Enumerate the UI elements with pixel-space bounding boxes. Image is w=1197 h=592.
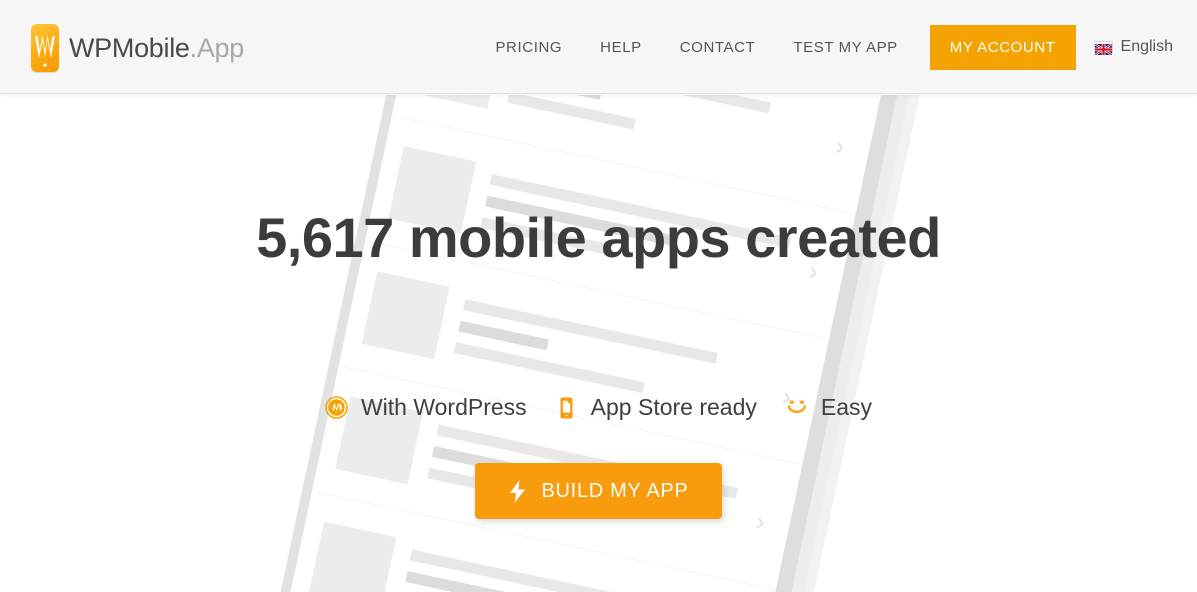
feature-label: App Store ready bbox=[590, 394, 757, 420]
brand-text-secondary: .App bbox=[189, 32, 245, 63]
hero-cta-wrapper: BUILD MY APP bbox=[0, 463, 1197, 519]
build-my-app-button[interactable]: BUILD MY APP bbox=[474, 463, 723, 519]
my-account-button[interactable]: MY ACCOUNT bbox=[929, 24, 1076, 70]
nav-item-help[interactable]: HELP bbox=[581, 39, 661, 56]
feature-with-wordpress: With WordPress bbox=[311, 394, 541, 421]
wpmobile-phone-logo-icon bbox=[31, 24, 59, 72]
cta-label: BUILD MY APP bbox=[541, 479, 689, 502]
smiley-face-icon bbox=[785, 396, 809, 420]
language-switcher[interactable]: English bbox=[1082, 38, 1179, 56]
brand-text-primary: WPMobile bbox=[69, 32, 190, 63]
feature-label: Easy bbox=[820, 394, 873, 420]
hero-headline: 5,617 mobile apps created bbox=[256, 206, 941, 269]
nav-item-pricing[interactable]: PRICING bbox=[476, 39, 581, 56]
hero-section: › › › › 5,617 mobile apps created With W… bbox=[0, 95, 1197, 592]
site-logo[interactable]: WPMobile.App bbox=[31, 22, 244, 74]
language-label: English bbox=[1120, 38, 1173, 55]
feature-app-store-ready: App Store ready bbox=[541, 394, 771, 421]
site-header: WPMobile.App PRICING HELP CONTACT TEST M… bbox=[0, 0, 1197, 94]
feature-easy: Easy bbox=[771, 394, 886, 421]
nav-item-test-my-app[interactable]: TEST MY APP bbox=[774, 39, 916, 56]
wordpress-icon bbox=[325, 396, 349, 420]
hero-content: 5,617 mobile apps created With WordPress bbox=[0, 95, 1197, 592]
hero-feature-list: With WordPress App Store ready Easy bbox=[0, 394, 1197, 421]
lightning-bolt-icon bbox=[509, 479, 526, 503]
main-navigation: PRICING HELP CONTACT TEST MY APP MY ACCO… bbox=[476, 0, 1179, 94]
brand-wordmark: WPMobile.App bbox=[69, 32, 245, 63]
uk-flag-icon bbox=[1093, 40, 1113, 56]
nav-item-contact[interactable]: CONTACT bbox=[661, 39, 775, 56]
feature-label: With WordPress bbox=[360, 394, 527, 420]
mobile-phone-icon bbox=[555, 396, 579, 420]
